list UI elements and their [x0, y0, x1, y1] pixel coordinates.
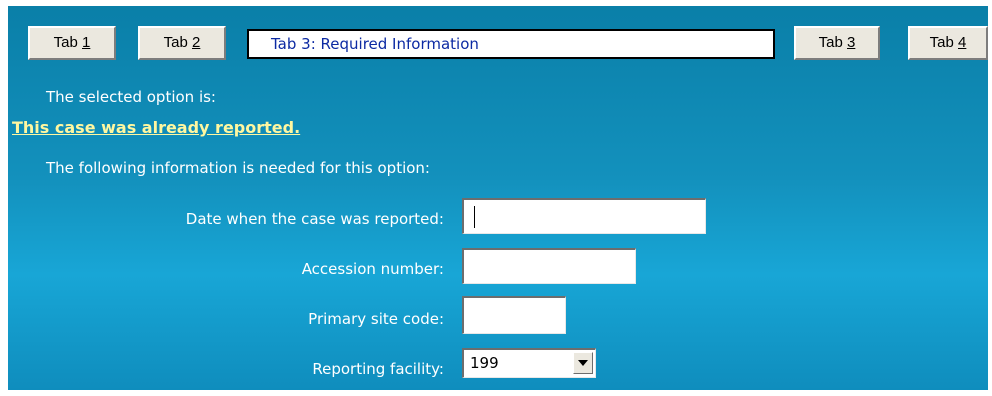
tab-4-label-prefix: Tab [929, 34, 958, 51]
tab-2-label-key: 2 [192, 34, 201, 51]
reporting-facility-select[interactable]: 199 [462, 348, 596, 378]
date-reported-field[interactable] [462, 198, 706, 234]
primary-site-code-label: Primary site code: [308, 310, 444, 328]
reporting-facility-label: Reporting facility: [312, 360, 444, 378]
primary-site-code-field[interactable] [462, 296, 566, 334]
selected-option-label: The selected option is: [46, 88, 216, 106]
tab-3-button[interactable]: Tab 3 [794, 26, 880, 60]
page-title: Tab 3: Required Information [247, 29, 775, 59]
accession-number-label: Accession number: [301, 260, 444, 278]
info-needed-text: The following information is needed for … [46, 159, 430, 177]
tab-1-label-prefix: Tab [53, 34, 82, 51]
tab-3-label-prefix: Tab [818, 34, 847, 51]
form-panel: Tab 1 Tab 2 Tab 3: Required Information … [8, 6, 988, 390]
tab-2-label-prefix: Tab [163, 34, 192, 51]
accession-number-field[interactable] [462, 248, 636, 284]
chevron-down-icon [578, 360, 588, 366]
date-reported-label: Date when the case was reported: [185, 210, 444, 228]
tab-4-label-key: 4 [958, 34, 967, 51]
tab-1-label-key: 1 [82, 34, 91, 51]
text-caret [474, 206, 475, 228]
tab-2-button[interactable]: Tab 2 [138, 26, 226, 60]
tab-1-button[interactable]: Tab 1 [28, 26, 116, 60]
dropdown-button[interactable] [573, 352, 593, 374]
tab-4-button[interactable]: Tab 4 [908, 26, 988, 60]
reporting-facility-value: 199 [470, 354, 499, 372]
tab-3-label-key: 3 [847, 34, 856, 51]
selected-option-link[interactable]: This case was already reported. [12, 118, 300, 137]
